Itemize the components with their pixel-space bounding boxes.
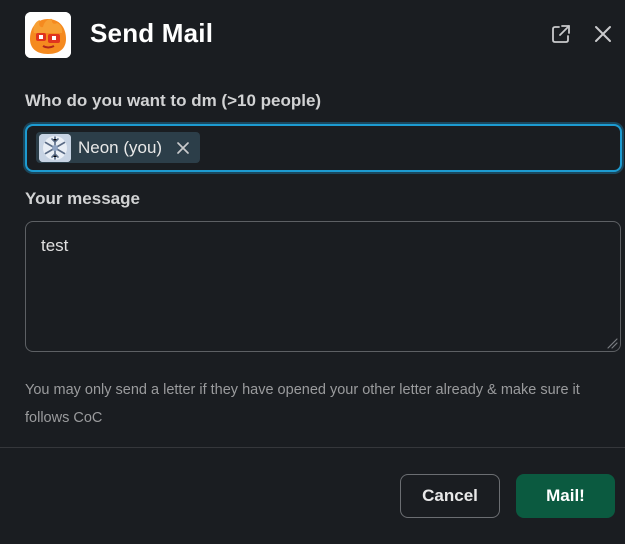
- cancel-button[interactable]: Cancel: [400, 474, 500, 518]
- message-textarea[interactable]: test: [25, 221, 621, 352]
- modal-header: Send Mail: [0, 0, 625, 70]
- recipient-chip-label: Neon (you): [78, 137, 163, 157]
- snowflake-avatar-icon: [39, 133, 71, 162]
- recipient-chip: Neon (you): [36, 132, 201, 163]
- footer-divider: [0, 447, 625, 448]
- resize-handle-icon[interactable]: [607, 338, 618, 349]
- recipients-select[interactable]: Neon (you): [25, 124, 622, 172]
- close-icon: [177, 141, 189, 154]
- send-mail-modal: Send Mail Who do you want to dm (>10 peo…: [0, 0, 625, 544]
- mail-submit-button[interactable]: Mail!: [516, 474, 615, 518]
- close-icon: [595, 26, 611, 42]
- close-button[interactable]: [589, 20, 617, 48]
- open-in-new-window-button[interactable]: [547, 20, 575, 48]
- app-icon: [25, 12, 71, 58]
- remove-recipient-button[interactable]: [174, 139, 192, 157]
- recipients-label: Who do you want to dm (>10 people): [25, 91, 322, 110]
- external-link-icon: [552, 25, 570, 43]
- fire-creature-icon: [25, 12, 71, 58]
- hint-text: You may only send a letter if they have …: [25, 382, 580, 426]
- modal-title: Send Mail: [90, 18, 214, 48]
- message-label: Your message: [25, 189, 140, 208]
- avatar: [39, 133, 71, 162]
